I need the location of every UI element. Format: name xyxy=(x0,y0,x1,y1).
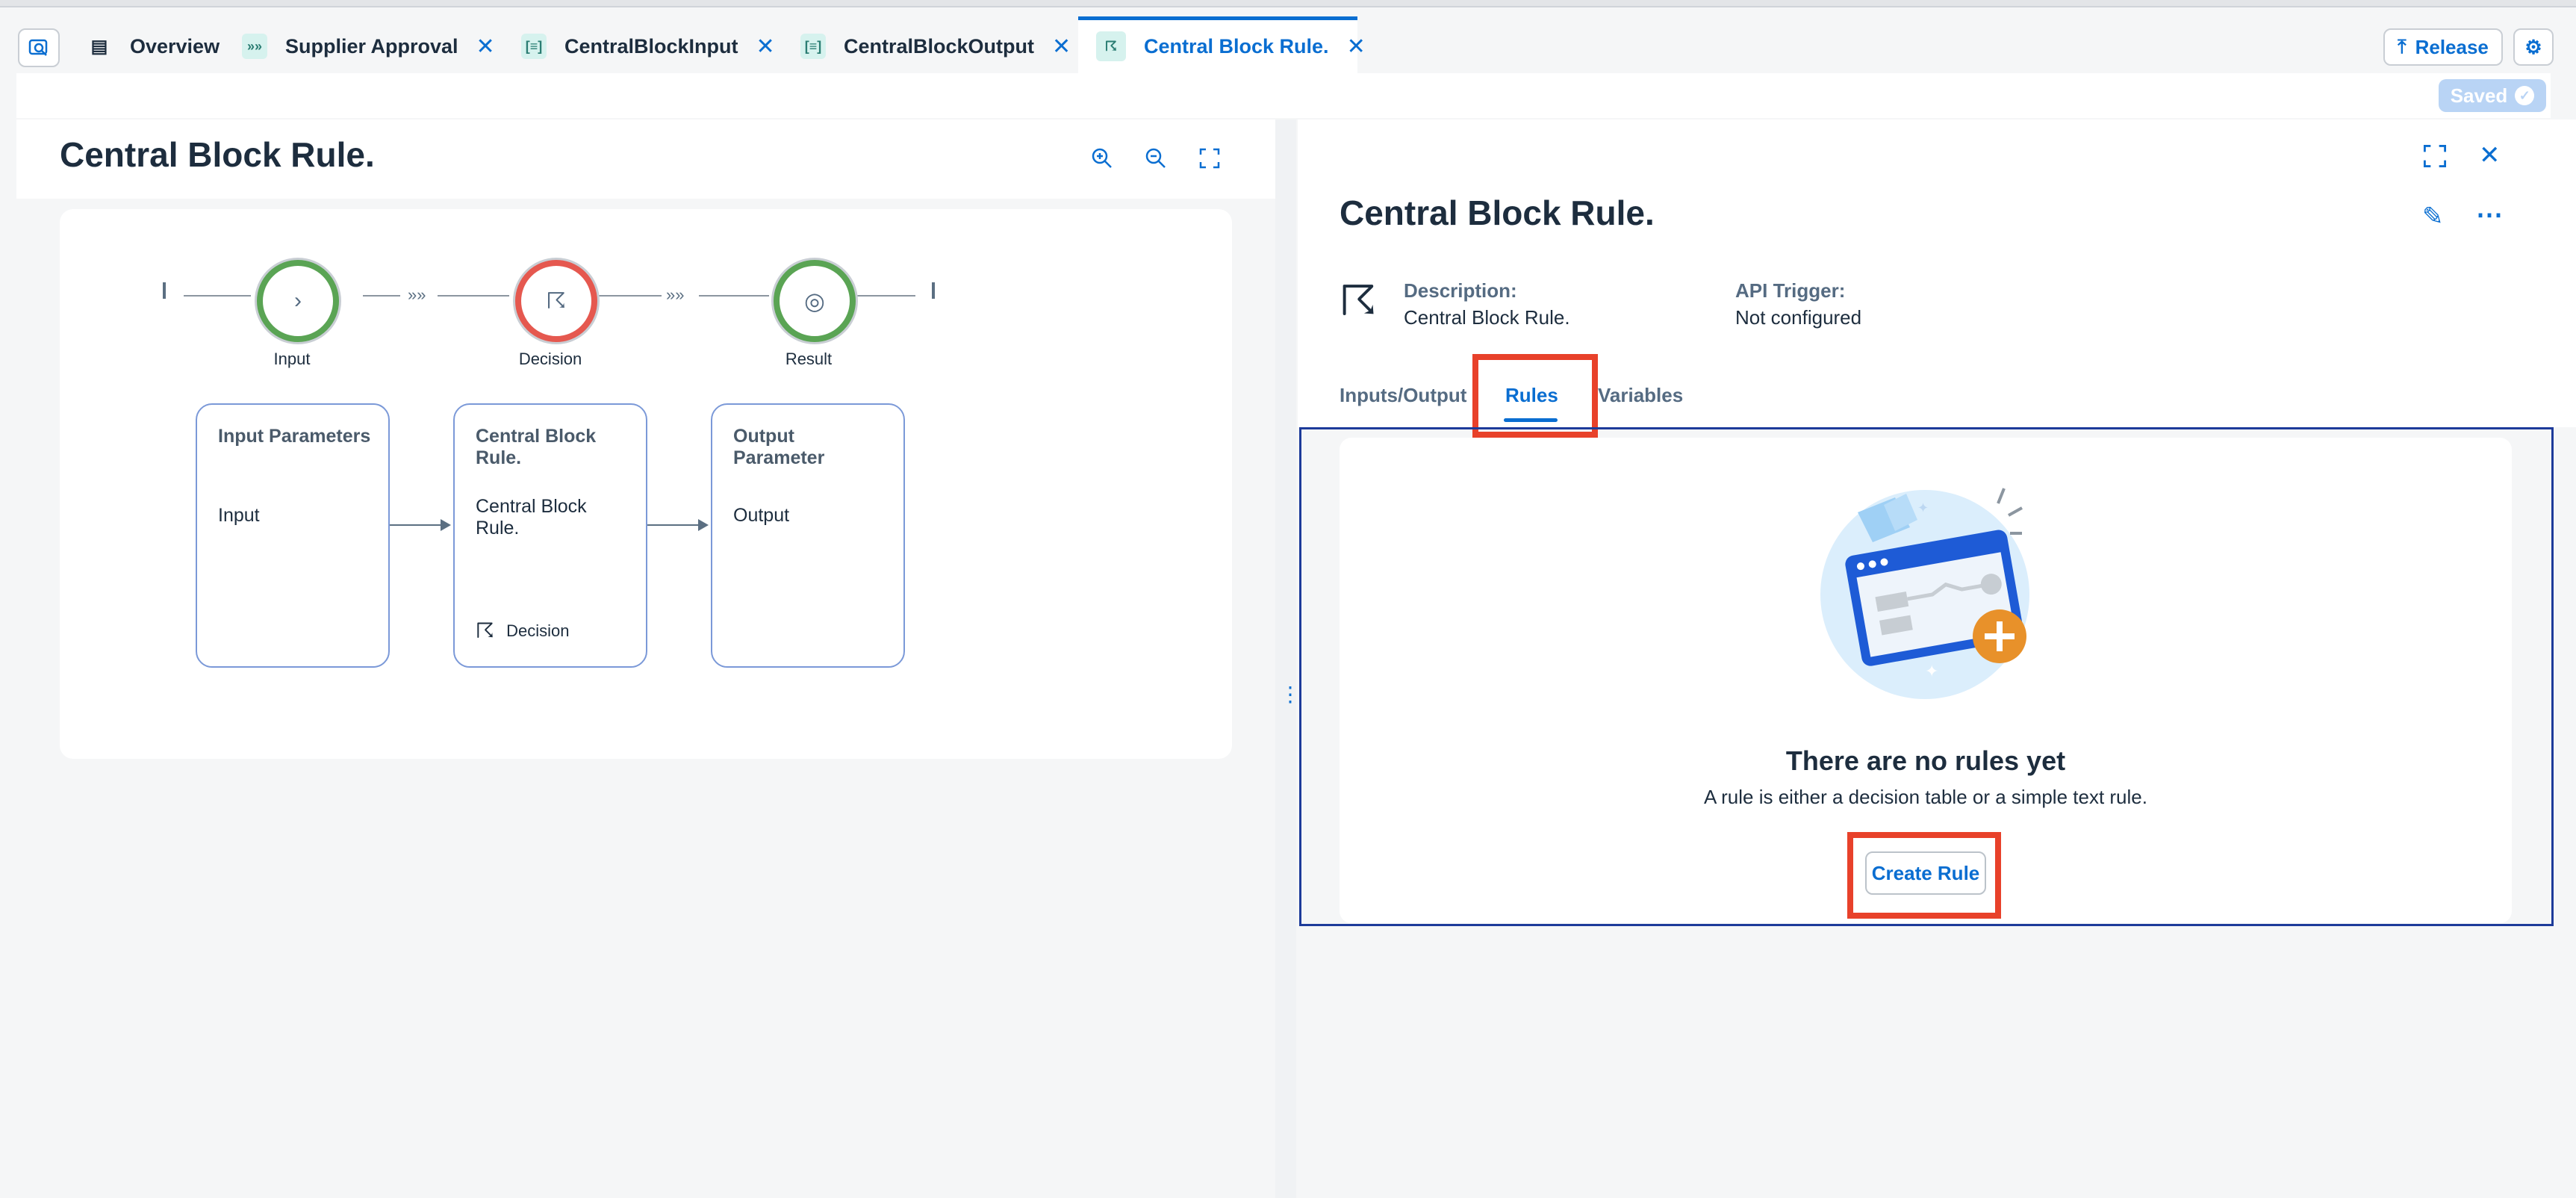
flow-connector xyxy=(363,295,400,297)
tab-inputs-output[interactable]: Inputs/Output xyxy=(1340,384,1466,407)
edit-pencil-icon[interactable]: ✎ xyxy=(2422,202,2444,232)
flow-end-marker xyxy=(932,282,935,299)
card-value: Output xyxy=(733,505,790,526)
tab-label: Central Block Rule. xyxy=(1144,34,1329,58)
process-icon: »» xyxy=(242,34,267,59)
empty-rules-illustration: ✦ ✦ xyxy=(1820,488,2029,699)
card-title: Input Parameters xyxy=(218,426,371,447)
fit-to-screen-icon[interactable] xyxy=(1193,142,1226,175)
description-value: Central Block Rule. xyxy=(1404,306,1570,329)
card-footer: ☈ Decision xyxy=(476,618,569,643)
check-icon: ✓ xyxy=(2515,86,2535,105)
toolbar xyxy=(16,73,2551,118)
tab-supplier-approval[interactable]: »» Supplier Approval ✕ xyxy=(242,21,495,72)
output-parameter-card[interactable]: Output Parameter Output xyxy=(711,403,905,668)
more-options-icon[interactable]: ⋯ xyxy=(2476,199,2503,230)
decision-icon: ☈ xyxy=(546,288,567,314)
description-label: Description: xyxy=(1404,279,1517,302)
close-icon[interactable]: ✕ xyxy=(1347,34,1366,60)
empty-state-subtitle: A rule is either a decision table or a s… xyxy=(1704,786,2147,808)
saved-label: Saved xyxy=(2450,84,2508,107)
tab-centralblockinput[interactable]: [≡] CentralBlockInput ✕ xyxy=(521,21,775,72)
node-label-decision: Decision xyxy=(518,350,582,368)
highlight-box-rules-tab xyxy=(1472,354,1598,438)
overview-icon: ▤ xyxy=(90,36,108,57)
flow-chevron-icon: »» xyxy=(408,285,426,304)
upload-icon: ⤒ xyxy=(2398,35,2407,58)
decision-icon: ☈ xyxy=(476,619,495,642)
card-title: Output Parameter xyxy=(733,426,825,468)
panel-splitter[interactable]: ⋮⋮ xyxy=(1275,120,1322,1198)
node-label-input: Input xyxy=(273,350,311,368)
close-icon[interactable]: ✕ xyxy=(1052,34,1071,60)
flow-arrow xyxy=(390,519,451,531)
flow-connector xyxy=(590,295,662,297)
tab-variables[interactable]: Variables xyxy=(1598,384,1683,407)
decision-card[interactable]: Central Block Rule. Central Block Rule. … xyxy=(453,403,647,668)
close-icon[interactable]: ✕ xyxy=(2479,140,2501,170)
expand-icon[interactable] xyxy=(2422,143,2449,170)
search-icon[interactable] xyxy=(18,28,60,67)
release-label: Release xyxy=(2415,35,2489,58)
tab-label: CentralBlockInput xyxy=(564,34,738,58)
flow-connector xyxy=(699,295,769,297)
empty-state-title: There are no rules yet xyxy=(1785,745,2066,776)
decision-node[interactable]: ☈ xyxy=(515,260,597,342)
input-node[interactable]: › xyxy=(257,260,339,342)
release-button[interactable]: ⤒ Release xyxy=(2383,28,2503,66)
detail-title: Central Block Rule. xyxy=(1340,193,1655,232)
page-title: Central Block Rule. xyxy=(60,135,375,174)
flow-connector xyxy=(848,295,915,297)
flow-connector xyxy=(438,295,509,297)
flow-arrow xyxy=(647,519,709,531)
chevron-right-icon: › xyxy=(294,288,302,313)
window-top-strip xyxy=(0,0,2576,7)
flow-chevron-icon: »» xyxy=(666,285,685,304)
flow-connector xyxy=(184,295,251,297)
target-icon: ◎ xyxy=(804,288,825,314)
close-icon[interactable]: ✕ xyxy=(756,34,775,60)
highlight-box-create-rule xyxy=(1847,832,2001,919)
tab-label: Supplier Approval xyxy=(285,34,458,58)
datatype-icon: [≡] xyxy=(521,34,547,59)
tab-overview[interactable]: ▤ Overview xyxy=(87,21,220,72)
result-node[interactable]: ◎ xyxy=(774,260,856,342)
decision-icon: ☈ xyxy=(1096,31,1126,61)
card-title: Central Block Rule. xyxy=(476,426,597,468)
card-value: Input xyxy=(218,505,260,526)
saved-status-badge: Saved ✓ xyxy=(2439,79,2546,112)
card-footer-label: Decision xyxy=(506,621,570,640)
tab-central-block-rule[interactable]: ☈ Central Block Rule. ✕ xyxy=(1096,21,1366,72)
card-value: Central Block Rule. xyxy=(476,496,587,539)
datatype-icon: [≡] xyxy=(800,34,826,59)
svg-text:✦: ✦ xyxy=(1917,500,1929,515)
node-label-result: Result xyxy=(785,350,833,368)
tab-label: Overview xyxy=(130,34,220,58)
decision-icon: ☈ xyxy=(1340,277,1378,324)
tab-centralblockoutput[interactable]: [≡] CentralBlockOutput ✕ xyxy=(800,21,1071,72)
settings-gear-icon[interactable]: ⚙ xyxy=(2513,28,2554,66)
close-icon[interactable]: ✕ xyxy=(476,34,495,60)
api-trigger-label: API Trigger: xyxy=(1735,279,1846,302)
tab-label: CentralBlockOutput xyxy=(844,34,1035,58)
zoom-in-icon[interactable] xyxy=(1086,142,1119,175)
zoom-out-icon[interactable] xyxy=(1139,142,1172,175)
api-trigger-value: Not configured xyxy=(1735,306,1862,329)
input-parameters-card[interactable]: Input Parameters Input xyxy=(196,403,390,668)
flow-start-marker xyxy=(163,282,166,299)
svg-text:✦: ✦ xyxy=(1925,662,1938,680)
